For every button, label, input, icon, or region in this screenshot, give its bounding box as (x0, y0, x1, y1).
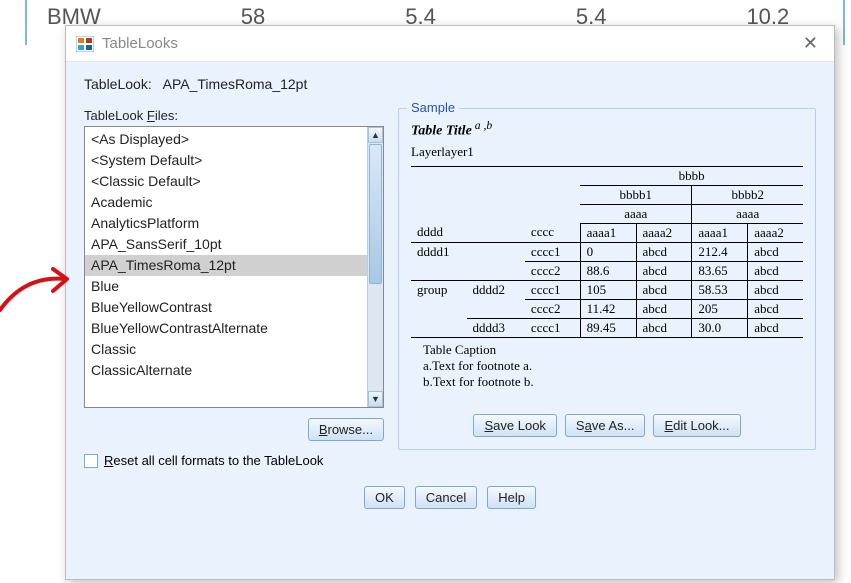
scroll-down-icon[interactable]: ▼ (368, 391, 383, 407)
help-button[interactable]: Help (487, 486, 536, 509)
list-item[interactable]: <As Displayed> (85, 129, 367, 150)
list-item[interactable]: BlueYellowContrast (85, 297, 367, 318)
dialog-title: TableLooks (102, 35, 178, 52)
reset-checkbox-row[interactable]: Reset all cell formats to the TableLook (84, 453, 384, 468)
heading-value: APA_TimesRoma_12pt (163, 76, 308, 92)
list-item[interactable]: <System Default> (85, 150, 367, 171)
sample-layer: Layerlayer1 (411, 144, 803, 160)
reset-label: Reset all cell formats to the TableLook (104, 453, 323, 468)
list-item[interactable]: Classic (85, 339, 367, 360)
scroll-thumb[interactable] (369, 144, 382, 284)
browse-button[interactable]: Browse... (308, 418, 384, 441)
titlebar: TableLooks ✕ (66, 26, 834, 62)
sample-caption: Table Caption a.Text for footnote a. b.T… (411, 342, 803, 390)
edit-look-button[interactable]: Edit Look... (653, 414, 740, 437)
list-item[interactable]: Academic (85, 192, 367, 213)
left-column: TableLook Files: <As Displayed><System D… (84, 108, 384, 468)
list-item[interactable]: <Classic Default> (85, 171, 367, 192)
close-icon[interactable]: ✕ (797, 33, 824, 54)
sample-title: Table Title a ,b (411, 119, 803, 140)
list-item[interactable]: APA_SansSerif_10pt (85, 234, 367, 255)
tablelook-listbox[interactable]: <As Displayed><System Default><Classic D… (84, 126, 384, 408)
app-icon (76, 36, 94, 52)
list-item[interactable]: BlueYellowContrastAlternate (85, 318, 367, 339)
list-item[interactable]: ClassicAlternate (85, 360, 367, 381)
heading-label: TableLook: (84, 76, 152, 92)
cancel-button[interactable]: Cancel (415, 486, 477, 509)
list-item[interactable]: Blue (85, 276, 367, 297)
sample-legend: Sample (407, 100, 459, 115)
save-look-button[interactable]: Save Look (473, 414, 556, 437)
list-item[interactable]: APA_TimesRoma_12pt (85, 255, 367, 276)
list-item[interactable]: AnalyticsPlatform (85, 213, 367, 234)
tablelooks-dialog: TableLooks ✕ TableLook: APA_TimesRoma_12… (65, 25, 835, 580)
dialog-content: TableLook: APA_TimesRoma_12pt TableLook … (66, 62, 834, 579)
sample-table: bbbb bbbb1 bbbb2 aaaa aaaa dddd cccc (411, 166, 803, 338)
scroll-up-icon[interactable]: ▲ (368, 127, 383, 143)
heading-line: TableLook: APA_TimesRoma_12pt (84, 76, 816, 92)
files-label: TableLook Files: (84, 108, 384, 123)
sample-panel: Sample Table Title a ,b Layerlayer1 bbbb… (398, 108, 816, 450)
listbox-scrollbar[interactable]: ▲ ▼ (367, 127, 383, 407)
ok-button[interactable]: OK (364, 486, 405, 509)
reset-checkbox[interactable] (84, 454, 98, 468)
save-as-button[interactable]: Save As... (565, 414, 646, 437)
